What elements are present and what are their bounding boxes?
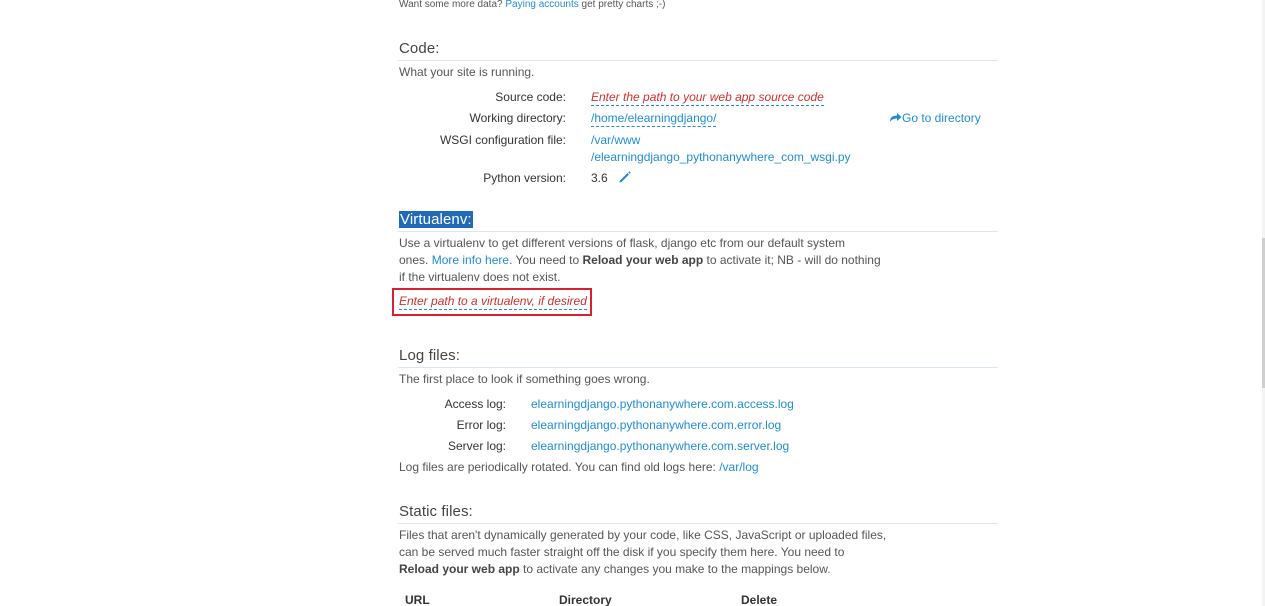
virtualenv-desc-line3: if the virtualenv does not exist. [399, 270, 561, 284]
go-to-directory-link[interactable]: Go to directory [889, 111, 981, 125]
static-files-section-divider [398, 523, 998, 524]
more-info-link[interactable]: More info here [432, 253, 509, 267]
share-arrow-icon [890, 113, 902, 122]
virtualenv-title-selected: Virtualenv: [399, 211, 473, 228]
server-log-label: Server log: [447, 439, 506, 453]
virtualenv-section-title: Virtualenv: [399, 211, 473, 229]
virtualenv-section-divider [398, 231, 998, 232]
source-code-label: Source code: [495, 90, 566, 104]
wsgi-config-link-line1[interactable]: /var/www [591, 133, 640, 147]
wsgi-config-label: WSGI configuration file: [439, 133, 566, 147]
wsgi-config-link-line2[interactable]: /elearningdjango_pythonanywhere_com_wsgi… [591, 150, 851, 164]
python-version-label: Python version: [483, 171, 566, 185]
access-log-link[interactable]: elearningdjango.pythonanywhere.com.acces… [531, 397, 794, 411]
virtualenv-desc-ones: ones. [399, 253, 429, 267]
code-section-title: Code: [399, 40, 440, 57]
static-desc-line3: Reload your web app to activate any chan… [399, 562, 831, 576]
virtualenv-desc-line1: Use a virtualenv to get different versio… [399, 236, 845, 250]
reload-web-app-text: Reload your web app [582, 253, 704, 267]
virtualenv-desc-activate: to activate it; NB - will do nothing [706, 253, 881, 267]
virtualenv-path-field[interactable]: Enter path to a virtualenv, if desired [399, 294, 587, 310]
virtualenv-desc-need: . You need to [509, 253, 580, 267]
upgrade-note-prefix: Want some more data? [399, 0, 503, 10]
code-section-divider [398, 60, 998, 61]
static-desc-line2: can be served much faster straight off t… [399, 545, 845, 559]
log-rotation-text: Log files are periodically rotated. You … [399, 460, 716, 474]
upgrade-note: Want some more data? Paying accounts get… [399, 0, 665, 11]
static-table-header-delete: Delete [741, 593, 778, 606]
static-files-section-title: Static files: [399, 503, 473, 520]
var-log-link[interactable]: /var/log [719, 460, 758, 474]
pencil-icon[interactable] [618, 170, 632, 187]
code-section-description: What your site is running. [399, 65, 535, 79]
error-log-label: Error log: [456, 418, 506, 432]
working-directory-field[interactable]: /home/elearningdjango/ [591, 111, 717, 127]
log-rotation-note: Log files are periodically rotated. You … [399, 460, 759, 474]
paying-accounts-link[interactable]: Paying accounts [505, 0, 578, 10]
log-files-section-divider [398, 367, 998, 368]
access-log-label: Access log: [444, 397, 506, 411]
source-code-field[interactable]: Enter the path to your web app source co… [591, 90, 824, 106]
upgrade-note-suffix: get pretty charts ;-) [581, 0, 666, 10]
static-desc-line1: Files that aren't dynamically generated … [399, 528, 887, 542]
python-version-value: 3.6 [591, 171, 608, 185]
error-log-link[interactable]: elearningdjango.pythonanywhere.com.error… [531, 418, 781, 432]
static-table-header-directory: Directory [559, 593, 612, 606]
static-table-header-url: URL [405, 593, 430, 606]
server-log-link[interactable]: elearningdjango.pythonanywhere.com.serve… [531, 439, 789, 453]
log-files-section-title: Log files: [399, 347, 461, 364]
web-app-config-page: Want some more data? Paying accounts get… [0, 0, 1265, 606]
log-files-description: The first place to look if something goe… [399, 372, 650, 386]
virtualenv-desc-line2: ones. More info here. You need to Reload… [399, 253, 881, 267]
working-directory-label: Working directory: [469, 111, 566, 125]
go-to-directory-label: Go to directory [902, 111, 981, 125]
static-reload-text: Reload your web app [399, 562, 520, 576]
static-desc-rest: to activate any changes you make to the … [523, 562, 831, 576]
